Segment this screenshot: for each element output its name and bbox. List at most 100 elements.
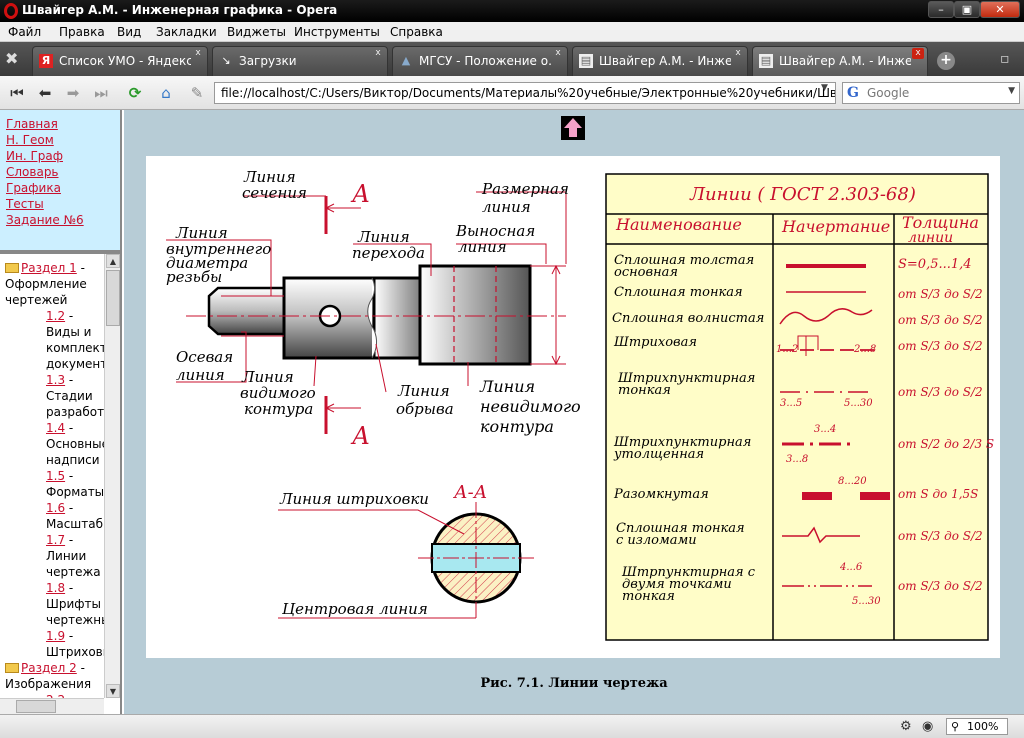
dash: - xyxy=(65,533,74,547)
tab-mgsu[interactable]: ▲ МГСУ - Положение о... x xyxy=(392,46,568,76)
tree-item-text: Масштабы xyxy=(46,517,105,531)
menu-edit[interactable]: Правка xyxy=(59,25,105,39)
scroll-down-icon[interactable]: ▼ xyxy=(106,684,120,698)
row-name: утолщенная xyxy=(613,447,704,462)
tree-item-text: Стадии xyxy=(46,389,93,403)
tree-item: 1.2 - xyxy=(5,308,105,324)
mgsu-icon: ▲ xyxy=(401,54,411,67)
menu-file[interactable]: Файл xyxy=(8,25,41,39)
tab-label: Список УМО - Яндекс... xyxy=(59,54,191,68)
label-dimension-1: Размерная xyxy=(481,180,569,198)
menu-tools[interactable]: Инструменты xyxy=(294,25,380,39)
section-2-link[interactable]: Раздел 2 xyxy=(21,661,77,675)
tab-close-icon[interactable]: x xyxy=(372,48,384,59)
tree-item-link[interactable]: 1.4 xyxy=(46,421,65,435)
nav-link-task6[interactable]: Задание №6 xyxy=(6,212,114,228)
title-bar: Швайгер А.М. - Инженерная графика - Oper… xyxy=(0,0,1024,22)
speed-dial-icon[interactable]: ⚙ xyxy=(900,719,912,734)
label-hidden-2: невидимого xyxy=(480,397,581,416)
menu-bookmarks[interactable]: Закладки xyxy=(156,25,217,39)
tab-yandex[interactable]: Я Список УМО - Яндекс... x xyxy=(32,46,208,76)
tab-close-icon[interactable]: x xyxy=(732,48,744,59)
nav-link-home[interactable]: Главная xyxy=(6,116,114,132)
dash: - xyxy=(65,469,74,483)
reload-icon[interactable]: ⟳ xyxy=(124,82,146,104)
top-nav-frame: Главная Н. Геом Ин. Граф Словарь Графика… xyxy=(0,110,122,250)
tree-item: 1.4 - xyxy=(5,420,105,436)
menu-view[interactable]: Вид xyxy=(117,25,141,39)
opera-logo-icon xyxy=(4,3,18,19)
dim-label: 1...2 xyxy=(776,344,798,355)
fast-forward-icon[interactable]: ⏭ xyxy=(90,82,112,104)
thickness-value: от S/2 до 2/3 S xyxy=(898,437,994,451)
horizontal-scrollbar[interactable] xyxy=(0,698,104,714)
label-section-aa: А-А xyxy=(452,482,487,503)
downloads-icon: ↘ xyxy=(221,54,231,67)
tree-item: 1.5 - xyxy=(5,468,105,484)
row-name: основная xyxy=(614,265,678,280)
dash: - xyxy=(65,501,74,515)
tab-close-icon[interactable]: x xyxy=(552,48,564,59)
label-transition-2: перехода xyxy=(352,244,425,262)
edit-icon[interactable]: ✎ xyxy=(186,82,208,104)
nav-link-graphics[interactable]: Графика xyxy=(6,180,114,196)
home-icon[interactable]: ⌂ xyxy=(155,82,177,104)
trash-icon[interactable]: ▫ xyxy=(1000,51,1010,67)
dim-label: 8...20 xyxy=(838,476,867,487)
rewind-icon[interactable]: ⏮ xyxy=(6,82,28,104)
scroll-thumb[interactable] xyxy=(106,270,120,326)
camera-icon[interactable]: ◉ xyxy=(922,719,933,734)
maximize-button[interactable]: ▣ xyxy=(954,1,980,18)
minimize-button[interactable]: – xyxy=(928,1,954,18)
scroll-up-icon[interactable]: ▲ xyxy=(106,254,120,268)
back-icon[interactable]: ⬅ xyxy=(34,82,56,104)
close-window-button[interactable]: ✕ xyxy=(980,1,1020,18)
tree-section-2: Раздел 2 - xyxy=(5,660,105,676)
tree-item: 1.7 - xyxy=(5,532,105,548)
tree-item-link[interactable]: 1.7 xyxy=(46,533,65,547)
label-section-letter-top: А xyxy=(350,180,370,208)
thickness-value: от S до 1,5S xyxy=(898,487,978,501)
window-title: Швайгер А.М. - Инженерная графика - Oper… xyxy=(22,3,338,17)
tree-item-text: Линии xyxy=(46,549,87,563)
hscroll-thumb[interactable] xyxy=(16,700,56,713)
tools-icon[interactable]: ✖ xyxy=(5,49,18,68)
nav-link-tests[interactable]: Тесты xyxy=(6,196,114,212)
section-1-link[interactable]: Раздел 1 xyxy=(21,261,77,275)
tree-item: 1.3 - xyxy=(5,372,105,388)
dim-label: 3...8 xyxy=(786,454,808,465)
tab-page-active[interactable]: ▤ Швайгер А.М. - Инже... x xyxy=(752,46,928,76)
menu-widgets[interactable]: Виджеты xyxy=(227,25,286,39)
tree-item-link[interactable]: 1.6 xyxy=(46,501,65,515)
tree-item-link[interactable]: 1.3 xyxy=(46,373,65,387)
new-tab-button[interactable]: + xyxy=(937,52,955,70)
tree-item-link[interactable]: 1.5 xyxy=(46,469,65,483)
tree-section-1: Раздел 1 - xyxy=(5,260,105,276)
tree-item-link[interactable]: 1.9 xyxy=(46,629,65,643)
tree-item-link[interactable]: 1.8 xyxy=(46,581,65,595)
nav-link-dictionary[interactable]: Ин. Граф Словарь xyxy=(6,148,114,180)
vertical-scrollbar[interactable]: ▲ ▼ xyxy=(104,254,120,698)
figure-lines: Линия сечения А А Линия внутреннего диам… xyxy=(146,156,1000,658)
up-arrow-icon[interactable] xyxy=(561,116,585,140)
thickness-value: от S/3 до S/2 xyxy=(898,529,983,543)
nav-link-geom[interactable]: Н. Геом xyxy=(6,132,114,148)
tree-item-link[interactable]: 1.2 xyxy=(46,309,65,323)
lines-table: Линии ( ГОСТ 2.303-68) Наименование Наче… xyxy=(605,173,989,641)
search-dropdown-icon[interactable]: ▼ xyxy=(1008,86,1015,96)
tab-page-1[interactable]: ▤ Швайгер А.М. - Инже... x xyxy=(572,46,748,76)
address-dropdown-icon[interactable]: ▼ xyxy=(821,83,835,103)
tab-close-icon[interactable]: x xyxy=(912,48,924,59)
forward-icon[interactable]: ➡ xyxy=(62,82,84,104)
address-field[interactable]: file://localhost/C:/Users/Виктор/Documen… xyxy=(214,82,836,104)
menu-help[interactable]: Справка xyxy=(390,25,443,39)
section-2-title: Изображения xyxy=(5,677,92,691)
search-field[interactable]: G Google ▼ xyxy=(842,82,1020,104)
tab-downloads[interactable]: ↘ Загрузки x xyxy=(212,46,388,76)
zoom-control[interactable]: ⚲ 100% xyxy=(946,718,1008,735)
thickness-value: от S/3 до S/2 xyxy=(898,313,983,327)
tab-label: Загрузки xyxy=(239,54,297,68)
navigation-bar: ⏮ ⬅ ➡ ⏭ ⟳ ⌂ ✎ file://localhost/C:/Users/… xyxy=(0,76,1024,110)
row-name: Разомкнутая xyxy=(613,487,709,502)
tab-close-icon[interactable]: x xyxy=(192,48,204,59)
